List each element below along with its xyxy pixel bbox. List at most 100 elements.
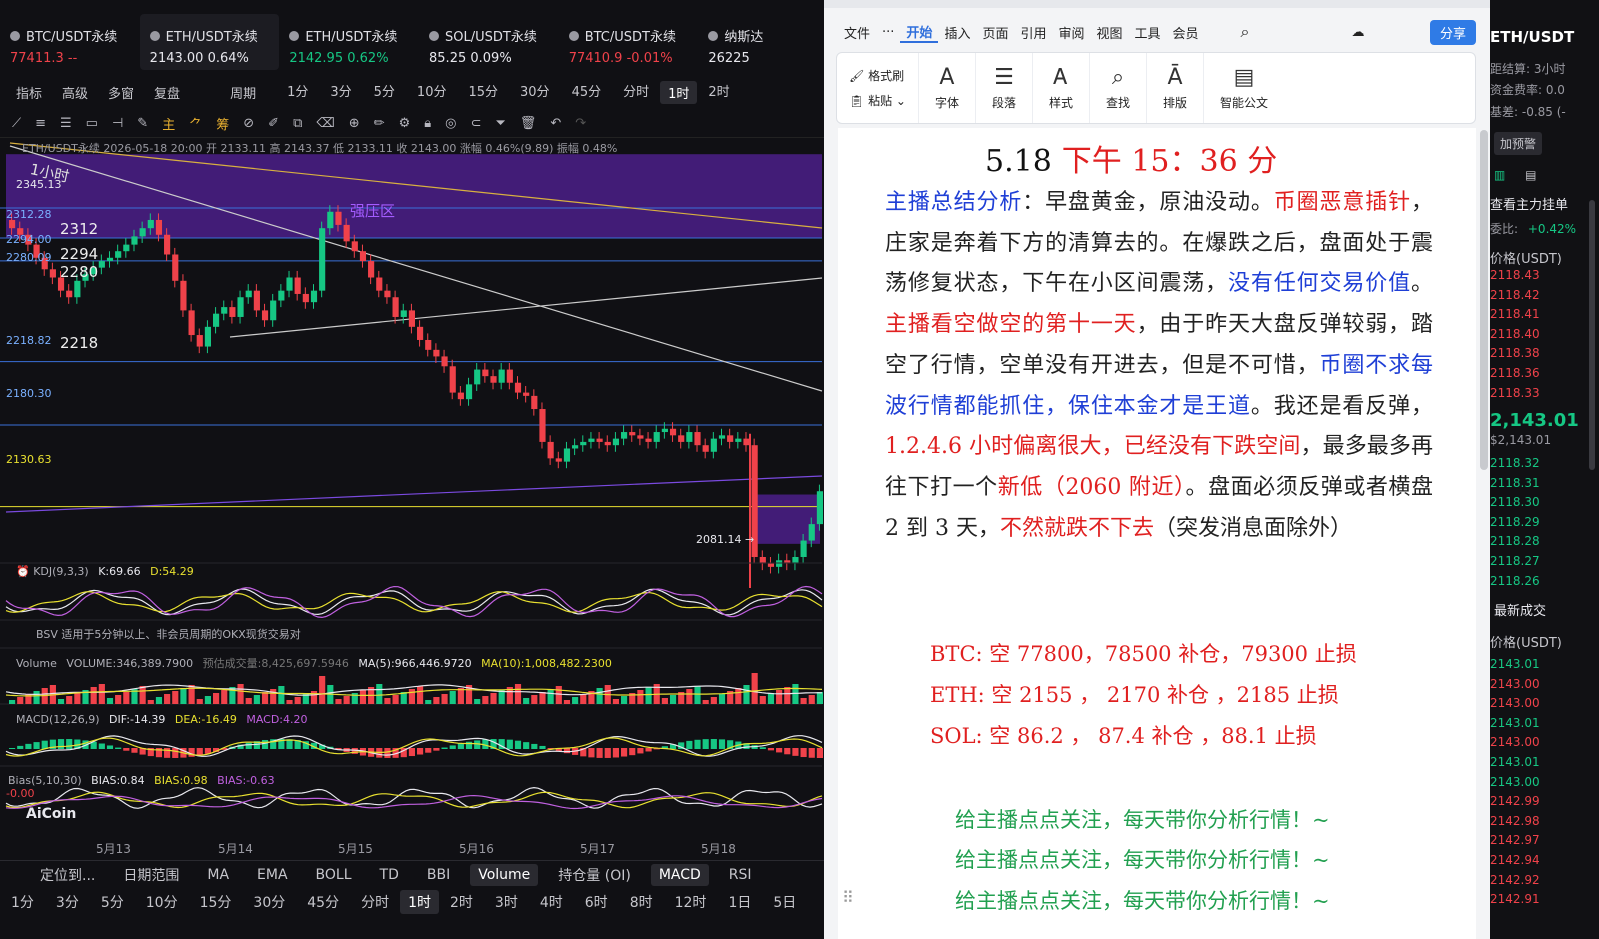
fib-tool-icon[interactable]: 主	[162, 114, 175, 133]
menu-insert[interactable]: 插入	[938, 23, 976, 42]
replay-menu[interactable]: 复盘	[144, 83, 190, 102]
hline-tool-icon[interactable]: ≡	[35, 116, 46, 131]
price-row[interactable]: 2142.98	[1490, 814, 1540, 828]
period-option[interactable]: 15分	[189, 892, 243, 912]
price-row[interactable]: 2142.99	[1490, 794, 1540, 808]
settings-tool-icon[interactable]: ⚙	[399, 116, 411, 131]
period-option[interactable]: 2时	[697, 81, 740, 104]
lock-tool-icon[interactable]: 🔒︎	[424, 116, 431, 131]
period-option[interactable]: 8时	[619, 892, 664, 912]
price-row[interactable]: 2118.43	[1490, 268, 1540, 282]
ticker-tab[interactable]: 纳斯达 26225	[698, 14, 838, 70]
pen-tool-icon[interactable]: ✎	[137, 116, 148, 131]
search-icon[interactable]: ⌕	[1235, 22, 1256, 42]
pattern-tool-icon[interactable]: 筹	[216, 114, 229, 133]
period-option[interactable]: 3分	[45, 892, 90, 912]
trend-tool-icon[interactable]: ⺈	[189, 114, 202, 133]
price-row[interactable]: 2118.29	[1490, 515, 1540, 529]
period-option[interactable]: 10分	[135, 892, 189, 912]
smart-doc-button[interactable]: ▤ 智能公文	[1204, 53, 1284, 123]
copy-tool-icon[interactable]: ⧉	[293, 116, 302, 131]
layout-button[interactable]: Ā 排版	[1147, 53, 1205, 123]
font-button[interactable]: A 字体	[919, 53, 976, 123]
add-alert-button[interactable]: 加预警	[1494, 132, 1543, 155]
period-option[interactable]: 1日	[717, 892, 762, 912]
price-row[interactable]: 2143.01	[1490, 657, 1540, 671]
price-row[interactable]: 2118.41	[1490, 307, 1540, 321]
kline-chart[interactable]	[0, 138, 838, 838]
style-button[interactable]: Ꭺ 样式	[1033, 53, 1090, 123]
period-option[interactable]: 12时	[664, 892, 718, 912]
price-row[interactable]: 2118.31	[1490, 476, 1540, 490]
indicator-menu[interactable]: 指标	[0, 83, 52, 102]
price-row[interactable]: 2142.94	[1490, 853, 1540, 867]
magnet-tool-icon[interactable]: ⊂	[470, 116, 481, 131]
period-option[interactable]: 1分	[276, 81, 319, 104]
indicator-option[interactable]: MACD	[650, 863, 709, 886]
channel-tool-icon[interactable]: ☰	[60, 116, 72, 131]
price-row[interactable]: 2143.00	[1490, 677, 1540, 691]
indicator-option[interactable]: Volume	[470, 863, 539, 886]
paste-button[interactable]: 📋︎ 粘贴 ⌄	[849, 92, 906, 109]
rect-tool-icon[interactable]: ▭	[86, 116, 98, 131]
menu-page[interactable]: 页面	[976, 23, 1014, 42]
price-row[interactable]: 2118.33	[1490, 386, 1540, 400]
price-row[interactable]: 2143.00	[1490, 775, 1540, 789]
ticker-tab[interactable]: BTC/USDT永续 77410.9 -0.01%	[559, 14, 699, 70]
period-option[interactable]: 30分	[242, 892, 296, 912]
indicator-option[interactable]: 持仓量 (OI)	[544, 865, 645, 885]
multi-window-menu[interactable]: 多窗	[98, 83, 144, 102]
price-row[interactable]: 2118.32	[1490, 456, 1540, 470]
period-option[interactable]: 45分	[296, 892, 350, 912]
indicator-option[interactable]: 定位到...	[0, 865, 109, 885]
price-row[interactable]: 2118.42	[1490, 288, 1540, 302]
indicator-option[interactable]: EMA	[243, 867, 302, 883]
price-row[interactable]: 2143.00	[1490, 696, 1540, 710]
menu-file[interactable]: 文件	[838, 23, 876, 42]
cloud-icon[interactable]: ☁	[1346, 25, 1371, 40]
paragraph-button[interactable]: ☰ 段落	[976, 53, 1033, 123]
price-row[interactable]: 2142.97	[1490, 833, 1540, 847]
layout-icon[interactable]: ▤	[1525, 168, 1536, 182]
period-option[interactable]: 分时	[612, 81, 660, 104]
ray-tool-icon[interactable]: ⊣	[112, 116, 123, 131]
menu-member[interactable]: 会员	[1167, 23, 1205, 42]
period-option[interactable]: 10分	[406, 81, 458, 104]
price-row[interactable]: 2118.36	[1490, 366, 1540, 380]
ticker-tab[interactable]: BTC/USDT永续 77411.3 --	[0, 14, 140, 70]
eraser-tool-icon[interactable]: ⌫	[316, 116, 334, 131]
ticker-tab[interactable]: ETH/USDT永续 2143.00 0.64%	[139, 14, 280, 70]
period-option[interactable]: 4时	[529, 892, 574, 912]
measure-tool-icon[interactable]: ⊘	[243, 116, 254, 131]
indicator-option[interactable]: BOLL	[302, 867, 366, 883]
price-row[interactable]: 2143.00	[1490, 735, 1540, 749]
indicator-option[interactable]: RSI	[715, 867, 766, 883]
trash-icon[interactable]: 🗑︎	[520, 116, 537, 131]
price-row[interactable]: 2118.26	[1490, 574, 1540, 588]
period-option[interactable]: 1分	[0, 892, 45, 912]
period-option[interactable]: 5分	[90, 892, 135, 912]
price-row[interactable]: 2143.01	[1490, 716, 1540, 730]
period-option[interactable]: 5日	[762, 892, 807, 912]
price-row[interactable]: 2118.28	[1490, 534, 1540, 548]
menu-review[interactable]: 审阅	[1052, 23, 1090, 42]
zoom-tool-icon[interactable]: ⊕	[349, 116, 360, 131]
indicator-option[interactable]: 日期范围	[109, 865, 193, 885]
line-tool-icon[interactable]: ⟋	[12, 116, 21, 131]
price-row[interactable]: 2118.27	[1490, 554, 1540, 568]
period-option[interactable]: 5分	[363, 81, 406, 104]
menu-reference[interactable]: 引用	[1014, 23, 1052, 42]
layout-icon[interactable]: ▥	[1494, 168, 1505, 182]
menu-tools[interactable]: 工具	[1129, 23, 1167, 42]
price-row[interactable]: 2143.01	[1490, 755, 1540, 769]
price-row[interactable]: 2118.38	[1490, 346, 1540, 360]
ticker-tab[interactable]: SOL/USDT永续 85.25 0.09%	[419, 14, 559, 70]
period-option[interactable]: 15分	[457, 81, 509, 104]
period-option[interactable]: 2时	[439, 892, 484, 912]
depth-section-title[interactable]: 查看主力挂单	[1490, 194, 1568, 213]
price-row[interactable]: 2142.92	[1490, 873, 1540, 887]
filter-tool-icon[interactable]: ⏷	[495, 116, 505, 131]
period-menu[interactable]: 周期	[220, 83, 266, 102]
period-option[interactable]: 30分	[509, 81, 561, 104]
advanced-menu[interactable]: 高级	[52, 83, 98, 102]
